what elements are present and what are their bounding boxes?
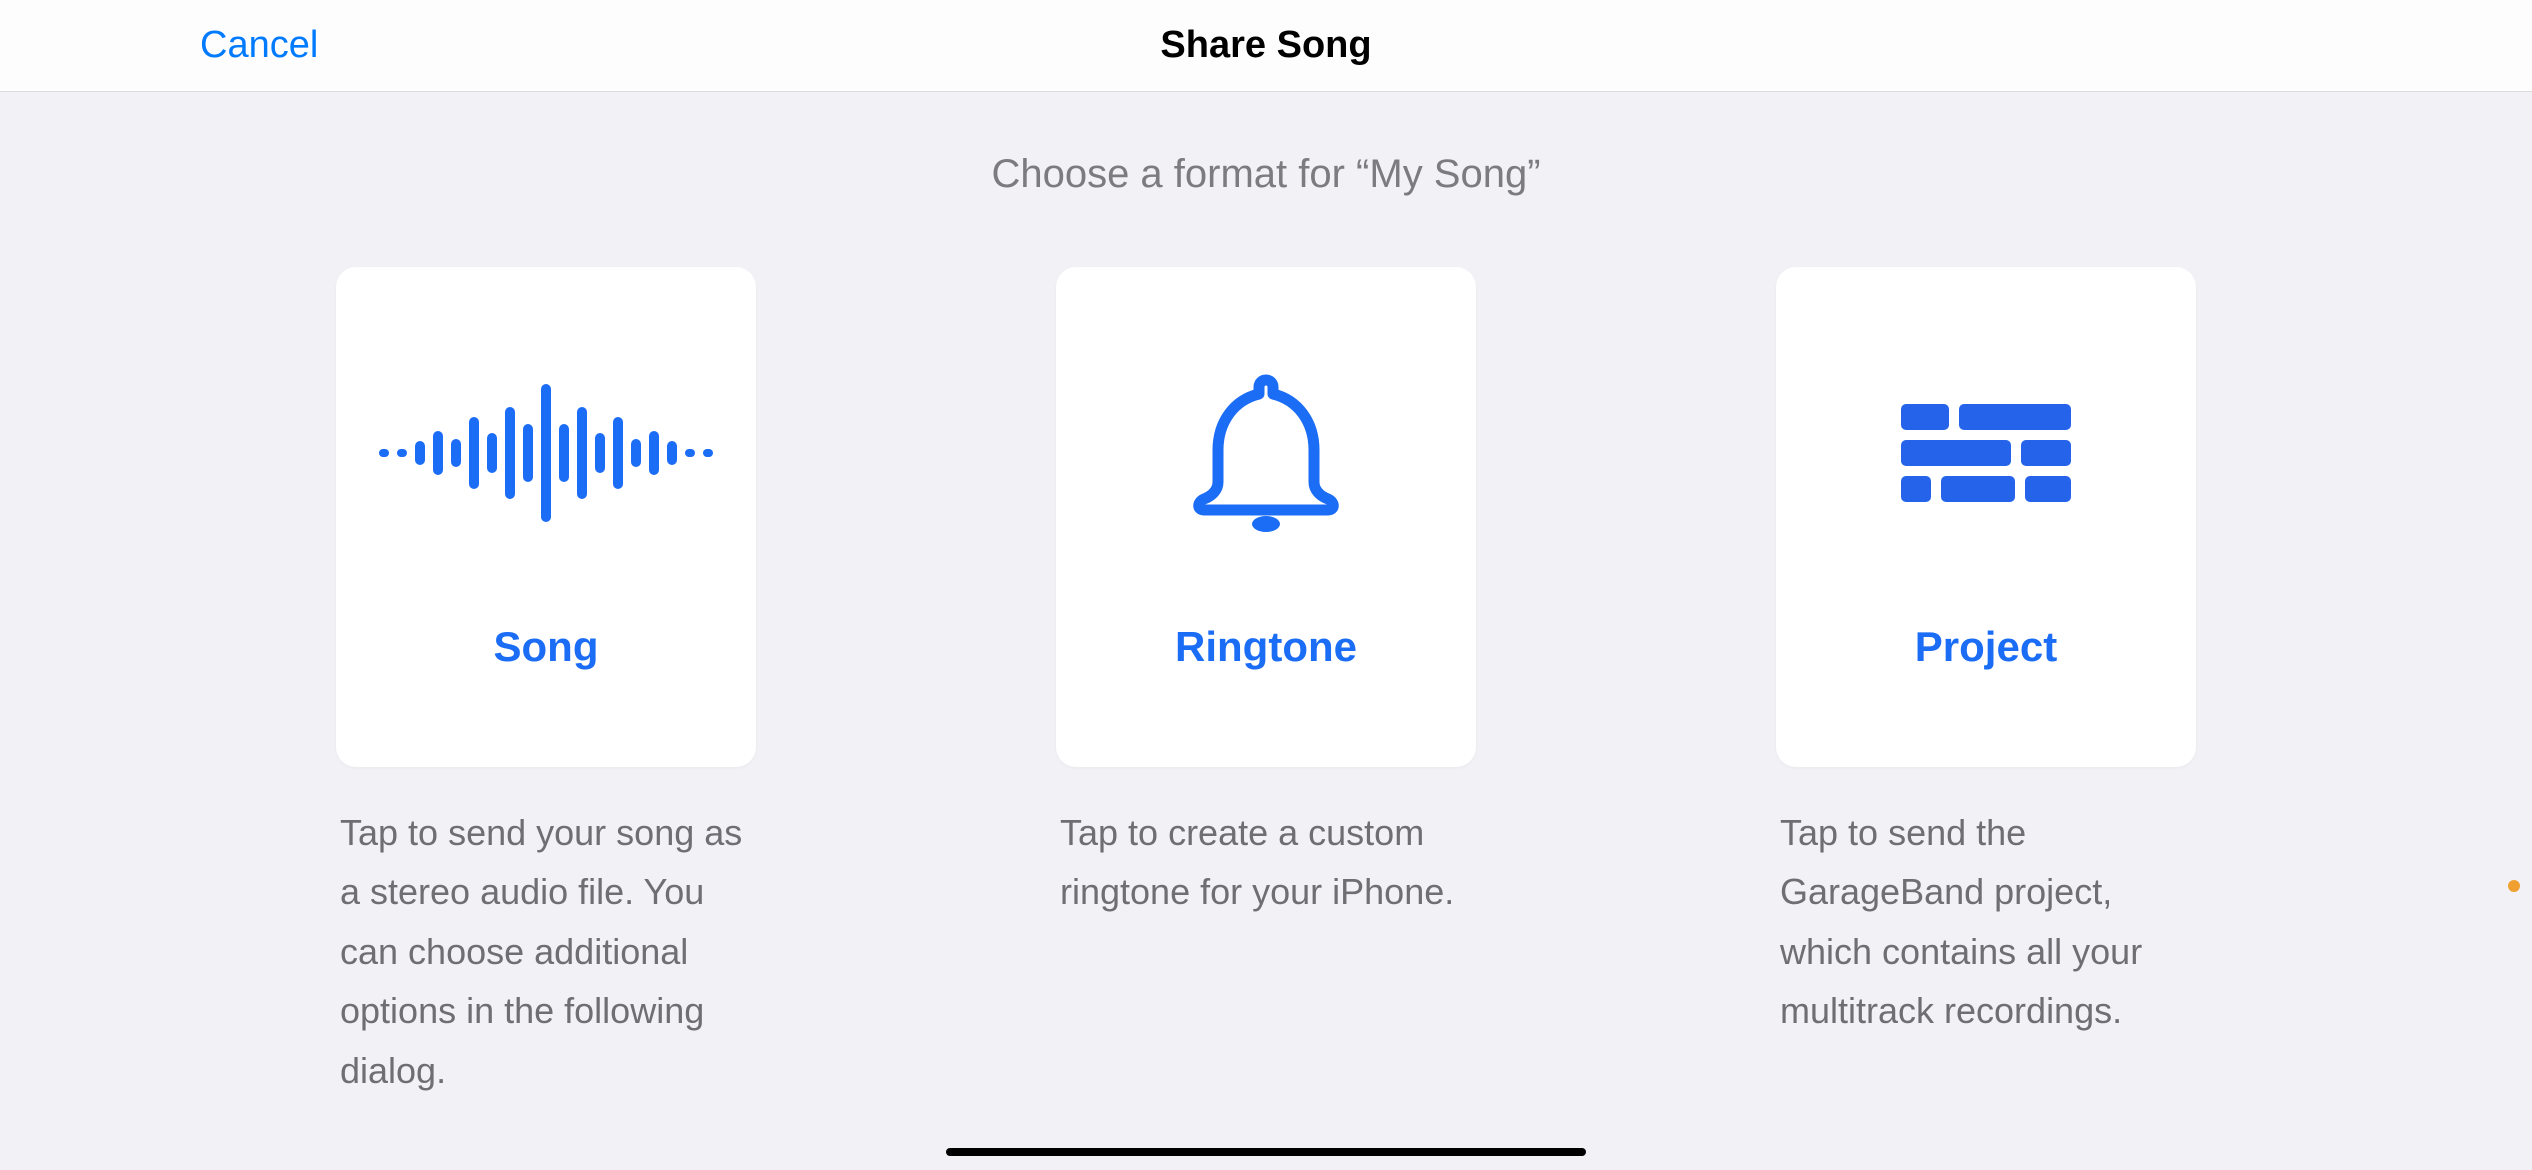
subtitle-text: Choose a format for “My Song” (991, 152, 1540, 197)
ringtone-description: Tap to create a custom ringtone for your… (1056, 803, 1476, 922)
waveform-icon (379, 363, 713, 543)
options-row: Song Tap to send your song as a stereo a… (336, 267, 2196, 1100)
option-ringtone: Ringtone Tap to create a custom ringtone… (1056, 267, 1476, 1100)
song-card[interactable]: Song (336, 267, 756, 767)
home-indicator[interactable] (946, 1148, 1586, 1156)
option-song: Song Tap to send your song as a stereo a… (336, 267, 756, 1100)
content-area: Choose a format for “My Song” (0, 92, 2532, 1100)
song-label: Song (494, 623, 599, 671)
project-card[interactable]: Project (1776, 267, 2196, 767)
tracks-icon (1901, 363, 2071, 543)
navbar: Cancel Share Song (0, 0, 2532, 92)
page-title: Share Song (1160, 24, 1371, 67)
ringtone-label: Ringtone (1175, 623, 1357, 671)
option-project: Project Tap to send the GarageBand proje… (1776, 267, 2196, 1100)
ringtone-card[interactable]: Ringtone (1056, 267, 1476, 767)
cancel-button[interactable]: Cancel (200, 24, 318, 67)
song-description: Tap to send your song as a stereo audio … (336, 803, 756, 1100)
project-description: Tap to send the GarageBand project, whic… (1776, 803, 2196, 1041)
bell-icon (1186, 363, 1346, 543)
project-label: Project (1915, 623, 2057, 671)
side-indicator-dot (2508, 880, 2520, 892)
